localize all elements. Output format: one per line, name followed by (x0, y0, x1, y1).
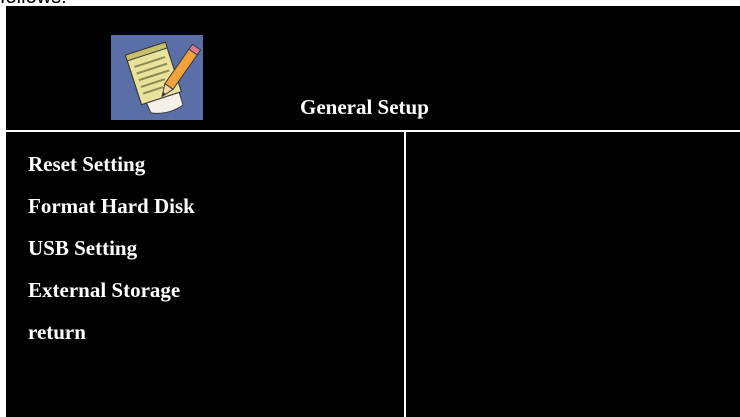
setup-menu: Reset Setting Format Hard Disk USB Setti… (28, 149, 195, 359)
notepad-pencil-icon (111, 35, 203, 120)
page-title: General Setup (300, 95, 429, 119)
setup-screen: General Setup Reset Setting Format Hard … (6, 6, 740, 417)
menu-item-reset-setting[interactable]: Reset Setting (28, 149, 195, 191)
menu-header: General Setup (6, 6, 740, 130)
menu-item-format-hard-disk[interactable]: Format Hard Disk (28, 191, 195, 233)
menu-item-external-storage[interactable]: External Storage (28, 275, 195, 317)
menu-item-usb-setting[interactable]: USB Setting (28, 233, 195, 275)
detail-panel (406, 132, 740, 417)
menu-item-return[interactable]: return (28, 317, 195, 359)
